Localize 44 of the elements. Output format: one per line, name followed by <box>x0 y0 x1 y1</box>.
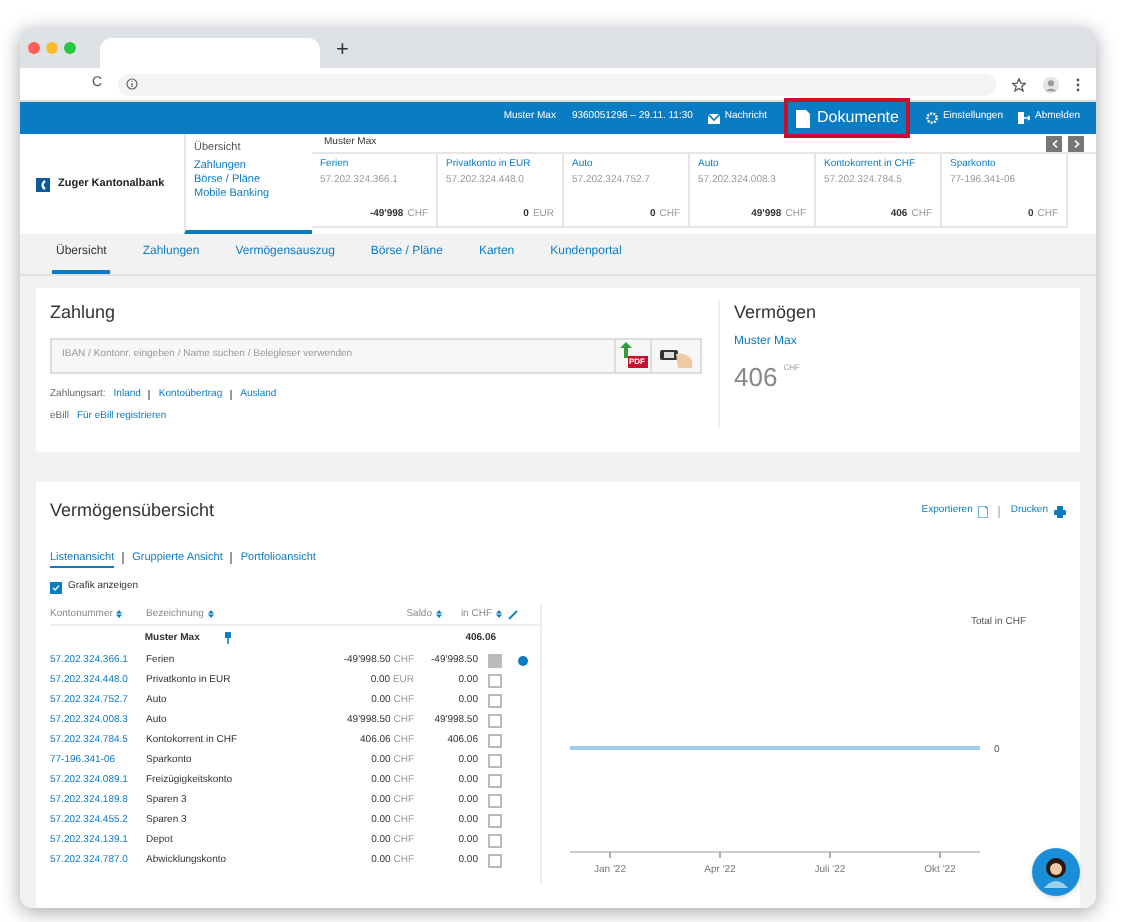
logout-icon <box>1018 112 1031 124</box>
envelope-icon <box>708 113 721 123</box>
row-checkbox[interactable] <box>488 813 502 828</box>
overview-title: Vermögensübersicht <box>50 498 215 524</box>
star-icon[interactable] <box>1012 77 1026 91</box>
address-field[interactable] <box>118 73 996 95</box>
person-silhouette-icon <box>1042 856 1070 888</box>
sort-icon[interactable] <box>496 610 502 619</box>
settings-icon <box>926 112 939 124</box>
row-checkbox[interactable] <box>488 753 502 768</box>
row-checkbox[interactable] <box>488 793 502 808</box>
bank-logo-icon <box>36 177 50 191</box>
payment-title: Zahlung <box>50 300 118 326</box>
new-tab-button[interactable]: + <box>336 40 349 62</box>
row-checkbox[interactable] <box>488 713 502 728</box>
header-link[interactable]: Dokumente <box>783 98 911 138</box>
previous-button[interactable] <box>1046 135 1062 151</box>
sort-icon[interactable] <box>207 610 214 619</box>
chevron-right-icon <box>1073 139 1079 147</box>
row-checkbox[interactable] <box>488 653 502 668</box>
upload-arrow-icon <box>620 341 632 357</box>
sort-icon[interactable] <box>116 610 123 619</box>
assets-title: Vermögen <box>734 300 819 326</box>
row-checkbox[interactable] <box>488 673 502 688</box>
row-checkbox[interactable] <box>488 693 502 708</box>
pin-icon <box>223 632 232 645</box>
info-icon <box>126 78 139 90</box>
close-window-icon[interactable] <box>28 42 40 54</box>
next-button[interactable] <box>1068 135 1084 151</box>
row-checkbox[interactable] <box>488 853 502 868</box>
browser-tab[interactable] <box>100 38 320 68</box>
row-checkbox[interactable] <box>488 833 502 848</box>
assets-value: 406 <box>734 359 778 395</box>
document-icon <box>795 109 810 127</box>
checkbox[interactable] <box>50 581 62 593</box>
row-checkbox[interactable] <box>488 733 502 748</box>
row-checkbox[interactable] <box>488 773 502 788</box>
document-icon <box>978 505 989 518</box>
edit-icon[interactable] <box>508 609 518 620</box>
minimize-window-icon[interactable] <box>46 42 58 54</box>
profile-icon[interactable] <box>1042 75 1060 93</box>
maximize-window-icon[interactable] <box>64 42 76 54</box>
chevron-left-icon <box>1051 139 1057 147</box>
sort-icon[interactable] <box>436 610 442 619</box>
